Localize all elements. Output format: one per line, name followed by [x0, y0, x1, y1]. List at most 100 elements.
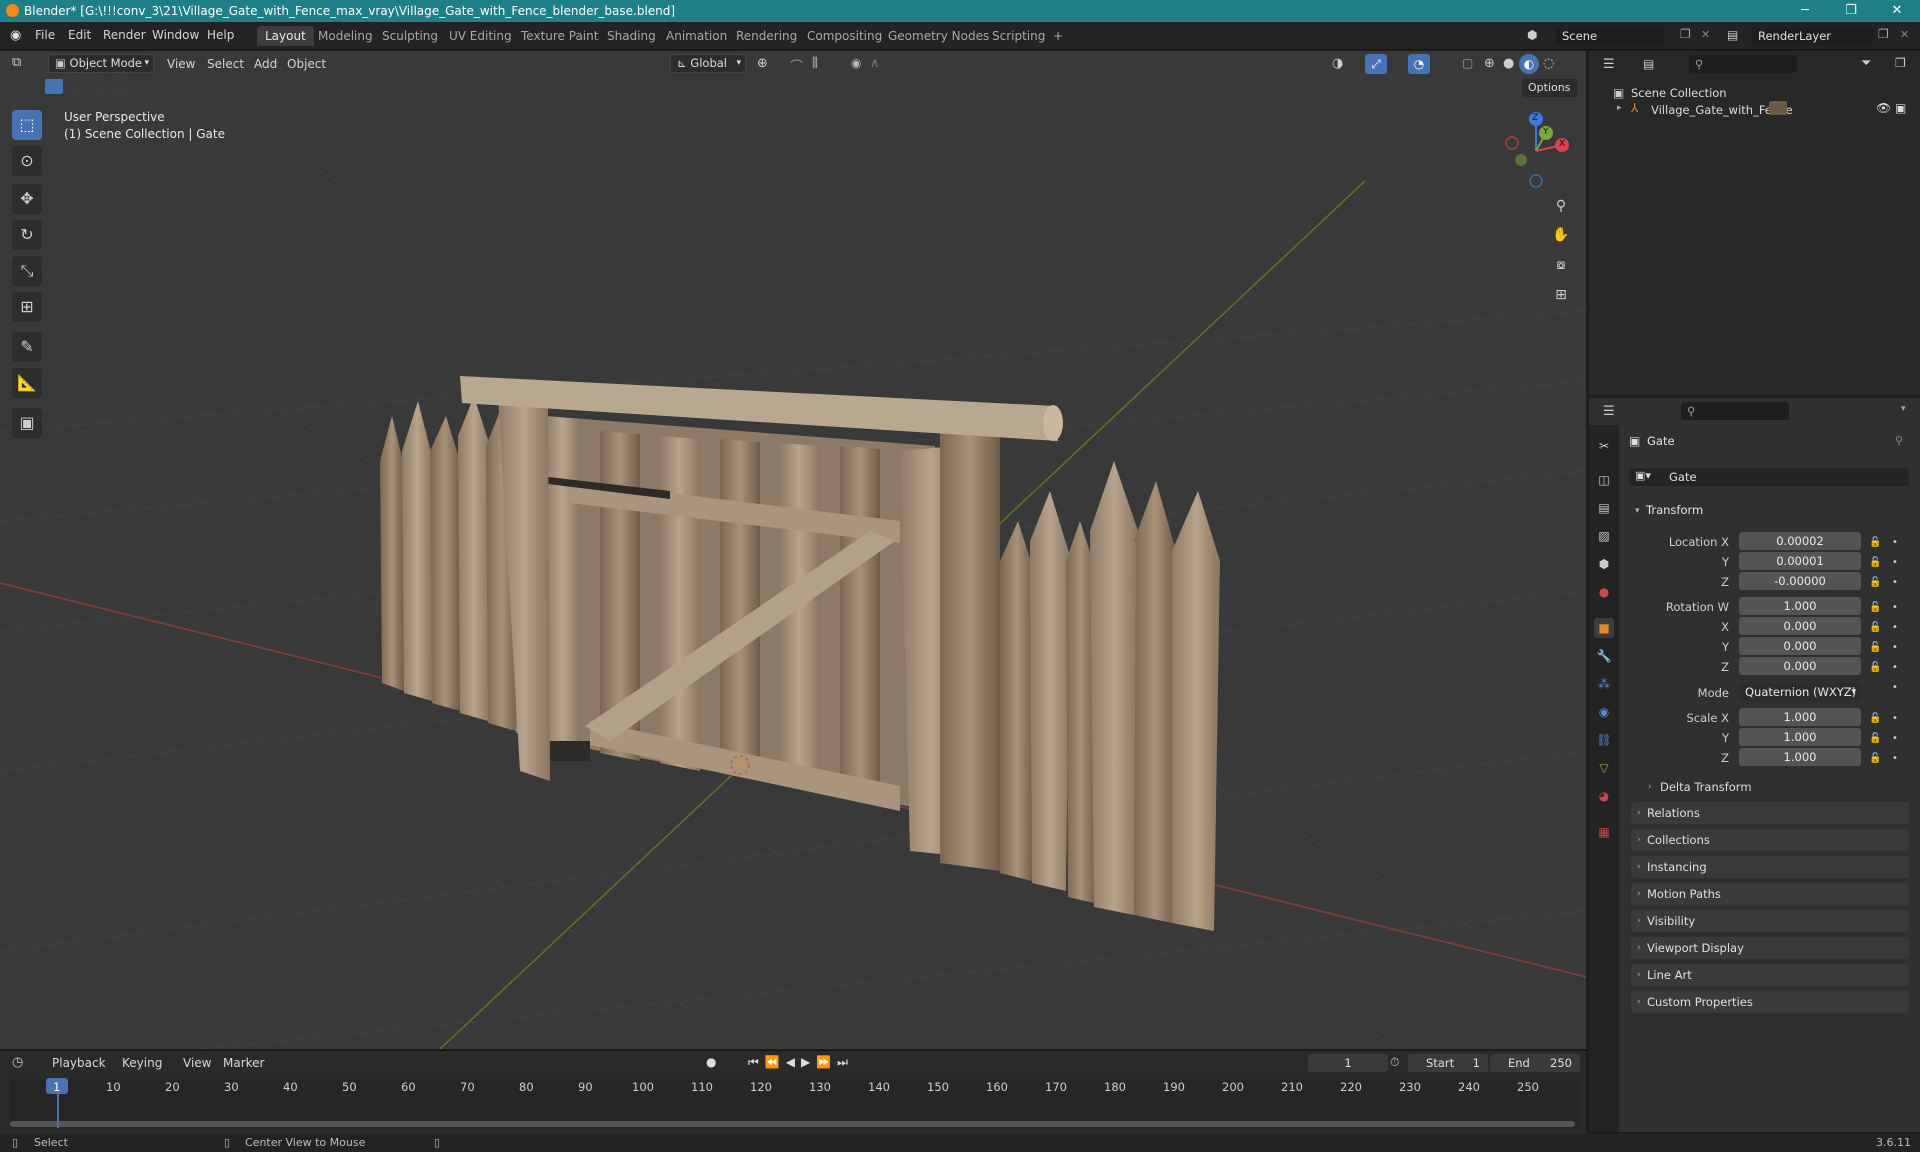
scale-tool-icon[interactable]: ⤡: [12, 256, 42, 286]
close-button[interactable]: ✕: [1874, 0, 1920, 22]
viewport-menu-view[interactable]: View: [167, 57, 195, 71]
timeline-menu-playback[interactable]: Playback: [52, 1056, 106, 1070]
rotation-y-field[interactable]: 0.000: [1739, 637, 1861, 655]
tab-compositing[interactable]: Compositing: [799, 26, 890, 46]
select-intersect-icon[interactable]: [45, 97, 63, 112]
view-layer-field[interactable]: RenderLayer: [1752, 27, 1874, 45]
end-frame-field[interactable]: End 250: [1490, 1054, 1580, 1072]
properties-type-icon[interactable]: ☰: [1603, 404, 1615, 419]
panel-collections[interactable]: › Collections: [1631, 829, 1909, 851]
timeline-menu-marker[interactable]: Marker: [223, 1056, 264, 1070]
transform-tool-icon[interactable]: ⊞: [12, 292, 42, 322]
rotation-mode-dropdown[interactable]: Quaternion (WXYZ) ▾: [1739, 683, 1861, 701]
current-frame-field[interactable]: 1: [1308, 1054, 1388, 1072]
minimize-button[interactable]: ─: [1782, 0, 1828, 22]
location-z-field[interactable]: -0.00000: [1739, 572, 1861, 590]
select-box-tool-icon[interactable]: ⬚: [12, 110, 42, 140]
output-tab-icon[interactable]: ▤: [1594, 498, 1614, 518]
tab-scripting[interactable]: Scripting: [984, 26, 1053, 46]
snap-icon[interactable]: ⌒: [790, 56, 803, 75]
outliner-search-input[interactable]: ⚲: [1689, 55, 1797, 73]
panel-motion-paths[interactable]: › Motion Paths: [1631, 883, 1909, 905]
tab-geometry-nodes[interactable]: Geometry Nodes: [880, 26, 997, 46]
physics-tab-icon[interactable]: ◉: [1594, 702, 1614, 722]
display-mode-icon[interactable]: ▤: [1643, 57, 1654, 71]
panel-visibility[interactable]: › Visibility: [1631, 910, 1909, 932]
object-datablock-field[interactable]: Gate: [1629, 468, 1909, 486]
select-extend-icon[interactable]: [66, 79, 85, 94]
datablock-type-icon[interactable]: ▣▾: [1635, 469, 1651, 482]
keyframe-dot-icon[interactable]: • • •: [1892, 709, 1898, 769]
select-invert-icon[interactable]: [110, 79, 129, 94]
menu-edit[interactable]: Edit: [68, 28, 91, 42]
timeline-editor-icon[interactable]: ◷: [12, 1055, 23, 1070]
transform-header[interactable]: Transform: [1646, 503, 1703, 517]
new-collection-icon[interactable]: ❐: [1895, 56, 1906, 70]
timeline-menu-view[interactable]: View: [183, 1056, 211, 1070]
lock-icon[interactable]: 🔓 🔓 🔓: [1869, 533, 1881, 593]
viewport-menu-add[interactable]: Add: [254, 57, 277, 71]
orientation-dropdown[interactable]: ⊾ Global ▾: [670, 54, 746, 73]
scale-y-field[interactable]: 1.000: [1739, 728, 1861, 746]
stopwatch-icon[interactable]: ⏱: [1390, 1055, 1399, 1070]
keyframe-dot-icon[interactable]: • • • • •: [1892, 598, 1898, 698]
visibility-icon[interactable]: ◑: [1332, 56, 1343, 71]
timeline-scrollbar[interactable]: [10, 1121, 1575, 1127]
view-layer-tab-icon[interactable]: ▨: [1594, 526, 1614, 546]
tab-shading[interactable]: Shading: [599, 26, 664, 46]
overlay-toggle-icon[interactable]: ◔: [1408, 54, 1430, 74]
tab-sculpting[interactable]: Sculpting: [374, 26, 446, 46]
panel-instancing[interactable]: › Instancing: [1631, 856, 1909, 878]
timeline-menu-keying[interactable]: Keying: [122, 1056, 162, 1070]
expand-arrow-icon[interactable]: ▸: [1617, 103, 1622, 113]
panel-relations[interactable]: › Relations: [1631, 802, 1909, 824]
playback-controls[interactable]: ⏮⏪◀▶⏩⏭: [748, 1055, 854, 1070]
rotate-tool-icon[interactable]: ↻: [12, 220, 42, 250]
maximize-button[interactable]: ❐: [1828, 0, 1874, 22]
rotation-x-field[interactable]: 0.000: [1739, 617, 1861, 635]
constraints-tab-icon[interactable]: ⛓: [1594, 730, 1614, 750]
menu-help[interactable]: Help: [207, 28, 234, 42]
viewport-menu-object[interactable]: Object: [287, 57, 326, 71]
world-tab-icon[interactable]: ●: [1594, 582, 1614, 602]
lock-icon[interactable]: 🔓 🔓 🔓 🔓: [1869, 598, 1881, 678]
chevron-right-icon[interactable]: ›: [1648, 782, 1652, 792]
scale-z-field[interactable]: 1.000: [1739, 748, 1861, 766]
outliner-type-icon[interactable]: ☰: [1603, 57, 1615, 72]
scene-tab-icon[interactable]: ⬢: [1594, 554, 1614, 574]
falloff-icon[interactable]: ∧: [870, 56, 880, 71]
tab-texture-paint[interactable]: Texture Paint: [513, 26, 606, 46]
proportional-edit-icon[interactable]: ◉: [851, 56, 861, 70]
viewport-menu-select[interactable]: Select: [207, 57, 244, 71]
pin-icon[interactable]: ⚲: [1895, 434, 1903, 447]
pan-hand-icon[interactable]: ✋: [1548, 222, 1574, 248]
measure-tool-icon[interactable]: 📐: [12, 368, 42, 398]
lock-icon[interactable]: 🔓 🔓 🔓: [1869, 709, 1881, 769]
move-tool-icon[interactable]: ✥: [12, 184, 42, 214]
location-y-field[interactable]: 0.00001: [1739, 552, 1861, 570]
chevron-down-icon[interactable]: ▾: [1901, 404, 1906, 414]
record-icon[interactable]: ●: [706, 1055, 716, 1069]
scene-icon[interactable]: ⬢: [1527, 28, 1537, 42]
select-subtract-icon[interactable]: [88, 79, 107, 94]
object-tab-icon[interactable]: ■: [1594, 618, 1614, 638]
add-cube-tool-icon[interactable]: ▣: [12, 408, 42, 438]
filter-icon[interactable]: ⏷: [1861, 56, 1871, 71]
data-tab-icon[interactable]: ▽: [1594, 758, 1614, 778]
selection-mode-buttons[interactable]: [45, 79, 141, 112]
perspective-toggle-icon[interactable]: ⊞: [1548, 282, 1574, 308]
panel-viewport-display[interactable]: › Viewport Display: [1631, 937, 1909, 959]
view-layer-icon[interactable]: ▤: [1727, 28, 1738, 42]
cursor-tool-icon[interactable]: ⊙: [12, 146, 42, 176]
start-frame-field[interactable]: Start 1: [1408, 1054, 1488, 1072]
options-dropdown[interactable]: Options: [1522, 79, 1578, 97]
tab-layout[interactable]: Layout: [257, 26, 314, 46]
new-view-layer-icon[interactable]: ❐: [1878, 27, 1889, 41]
rotation-w-field[interactable]: 1.000: [1739, 597, 1861, 615]
solid-shading-icon[interactable]: ●: [1503, 56, 1514, 71]
panel-line-art[interactable]: › Line Art: [1631, 964, 1909, 986]
texture-tab-icon[interactable]: ▦: [1594, 822, 1614, 842]
delete-scene-icon[interactable]: ✕: [1701, 28, 1710, 41]
scene-collection-label[interactable]: Scene Collection: [1631, 86, 1727, 100]
snap-target-icon[interactable]: ⫼: [812, 56, 818, 71]
